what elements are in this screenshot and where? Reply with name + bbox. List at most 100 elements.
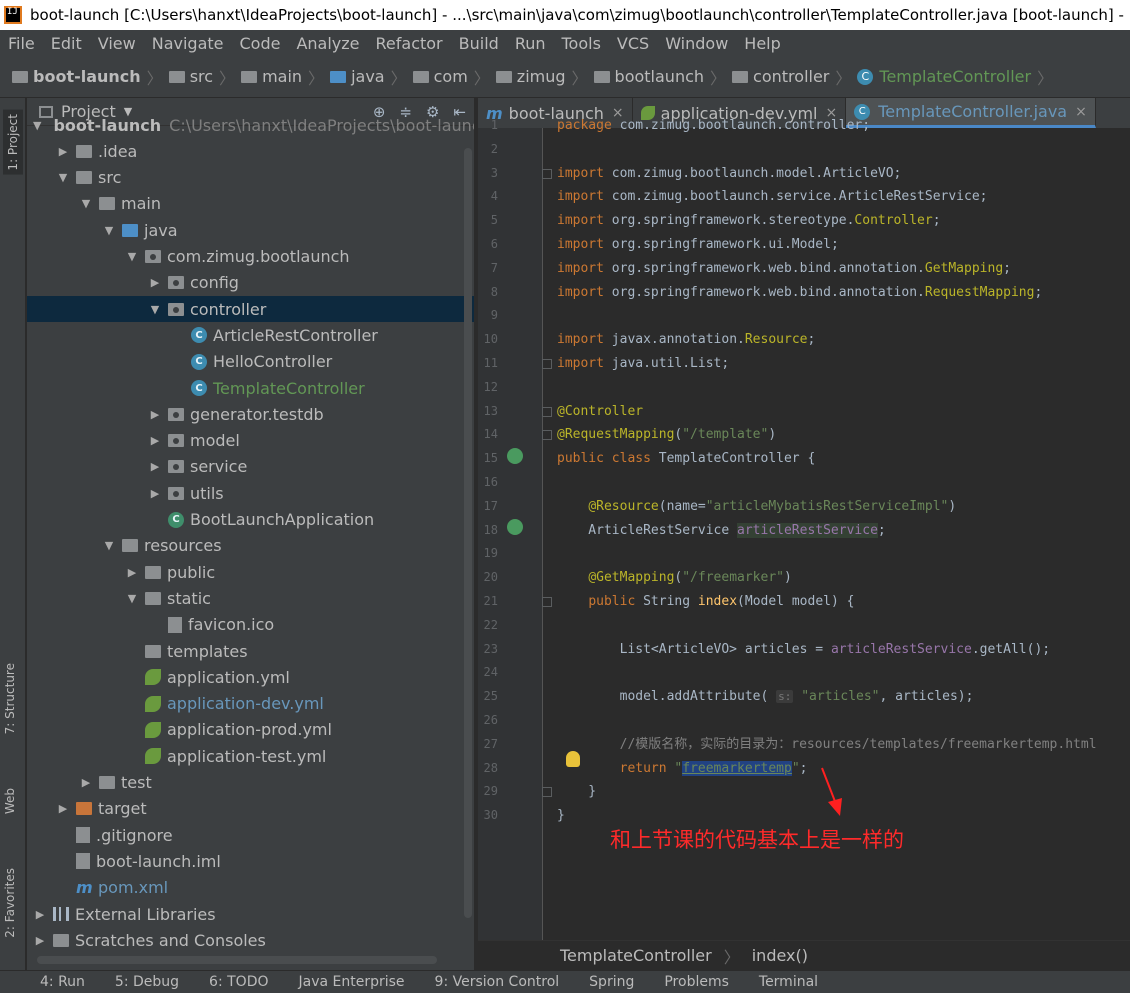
- tree-item[interactable]: ▶ generator.testdb: [27, 401, 474, 427]
- code-line[interactable]: @GetMapping("/freemarker"): [557, 566, 792, 590]
- tree-item[interactable]: application-prod.yml: [27, 717, 474, 743]
- tool-window-button[interactable]: 6: TODO: [209, 974, 268, 990]
- code-line[interactable]: }: [557, 780, 596, 804]
- code-line[interactable]: public String index(Model model) {: [557, 590, 854, 614]
- menu-build[interactable]: Build: [451, 34, 507, 53]
- tree-item[interactable]: boot-launch.iml: [27, 848, 474, 874]
- code-line[interactable]: public class TemplateController {: [557, 447, 815, 471]
- fold-icon[interactable]: [542, 359, 552, 369]
- menu-help[interactable]: Help: [736, 34, 788, 53]
- tree-item[interactable]: favicon.ico: [27, 612, 474, 638]
- collapsed-arrow-icon[interactable]: ▶: [148, 434, 162, 447]
- sidebar-tab-0[interactable]: 1: Project: [3, 110, 23, 175]
- breadcrumb-item[interactable]: bootlaunch 〉: [593, 65, 733, 89]
- menu-navigate[interactable]: Navigate: [144, 34, 232, 53]
- tree-item[interactable]: application-dev.yml: [27, 691, 474, 717]
- code-line[interactable]: import org.springframework.ui.Model;: [557, 233, 839, 257]
- breadcrumb-item[interactable]: java 〉: [330, 65, 413, 89]
- code-line[interactable]: package com.zimug.bootlaunch.controller;: [557, 114, 870, 138]
- editor-breadcrumb-item[interactable]: TemplateController: [560, 946, 712, 965]
- expanded-arrow-icon[interactable]: ▼: [102, 539, 116, 552]
- code-line[interactable]: @Resource(name="articleMybatisRestServic…: [557, 495, 956, 519]
- expanded-arrow-icon[interactable]: ▼: [56, 171, 70, 184]
- tree-item[interactable]: application-test.yml: [27, 743, 474, 769]
- code-line[interactable]: ArticleRestService articleRestService;: [557, 519, 886, 543]
- editor-tab[interactable]: C TemplateController.java ×: [846, 98, 1096, 128]
- code-line[interactable]: @Controller: [557, 400, 643, 424]
- menu-code[interactable]: Code: [232, 34, 289, 53]
- tool-window-button[interactable]: Spring: [589, 974, 634, 990]
- tree-item[interactable]: ▶ service: [27, 454, 474, 480]
- tool-window-button[interactable]: Terminal: [759, 974, 818, 990]
- tool-window-button[interactable]: 5: Debug: [115, 974, 179, 990]
- tree-item[interactable]: C HelloController: [27, 349, 474, 375]
- tree-item[interactable]: C ArticleRestController: [27, 322, 474, 348]
- tree-item[interactable]: C BootLaunchApplication: [27, 507, 474, 533]
- breadcrumb-item[interactable]: com 〉: [412, 65, 496, 89]
- collapsed-arrow-icon[interactable]: ▶: [79, 776, 93, 789]
- code-line[interactable]: import org.springframework.web.bind.anno…: [557, 281, 1042, 305]
- fold-icon[interactable]: [542, 168, 552, 179]
- fold-icon[interactable]: [542, 406, 552, 417]
- tree-item[interactable]: ▼ static: [27, 585, 474, 611]
- fold-icon[interactable]: [542, 597, 552, 607]
- tool-window-button[interactable]: Problems: [664, 974, 729, 990]
- menu-refactor[interactable]: Refactor: [368, 34, 451, 53]
- code-line[interactable]: List<ArticleVO> articles = articleRestSe…: [557, 638, 1051, 662]
- breadcrumb-item[interactable]: controller 〉: [732, 65, 857, 89]
- sidebar-tab-2[interactable]: Web: [3, 788, 17, 814]
- menu-analyze[interactable]: Analyze: [288, 34, 367, 53]
- code-line[interactable]: import com.zimug.bootlaunch.model.Articl…: [557, 162, 901, 186]
- menu-edit[interactable]: Edit: [43, 34, 90, 53]
- tree-item[interactable]: ▶ Scratches and Consoles: [27, 927, 474, 953]
- collapsed-arrow-icon[interactable]: ▶: [148, 460, 162, 473]
- horizontal-scrollbar[interactable]: [37, 956, 437, 964]
- menu-window[interactable]: Window: [657, 34, 736, 53]
- tree-item[interactable]: ▶ External Libraries: [27, 901, 474, 927]
- tree-item[interactable]: ▼ java: [27, 217, 474, 243]
- sidebar-tab-3[interactable]: 2: Favorites: [3, 868, 17, 938]
- tree-item[interactable]: ▶ utils: [27, 480, 474, 506]
- code-line[interactable]: @RequestMapping("/template"): [557, 423, 776, 447]
- fold-icon[interactable]: [542, 787, 552, 798]
- collapsed-arrow-icon[interactable]: ▶: [56, 145, 70, 158]
- collapsed-arrow-icon[interactable]: ▶: [33, 908, 47, 921]
- autowired-gutter-icon[interactable]: [507, 519, 523, 535]
- code-line[interactable]: import com.zimug.bootlaunch.service.Arti…: [557, 185, 987, 209]
- tool-window-button[interactable]: 4: Run: [40, 974, 85, 990]
- tree-item[interactable]: ▶ model: [27, 428, 474, 454]
- code-line[interactable]: import java.util.List;: [557, 352, 729, 376]
- breadcrumb-item[interactable]: src 〉: [168, 65, 241, 89]
- menu-view[interactable]: View: [90, 34, 144, 53]
- tree-item[interactable]: ▶ .idea: [27, 138, 474, 164]
- tree-item[interactable]: m pom.xml: [27, 875, 474, 901]
- tree-item[interactable]: C TemplateController: [27, 375, 474, 401]
- code-line[interactable]: //模版名称，实际的目录为：resources/templates/freema…: [557, 733, 1097, 757]
- collapsed-arrow-icon[interactable]: ▶: [148, 487, 162, 500]
- expanded-arrow-icon[interactable]: ▼: [125, 250, 139, 263]
- tree-item[interactable]: ▼ com.zimug.bootlaunch: [27, 244, 474, 270]
- menu-file[interactable]: File: [0, 34, 43, 53]
- collapsed-arrow-icon[interactable]: ▶: [56, 802, 70, 815]
- breadcrumb-item[interactable]: zimug 〉: [495, 65, 594, 89]
- tree-item[interactable]: ▶ test: [27, 770, 474, 796]
- tree-item[interactable]: ▼ boot-launch C:\Users\hanxt\IdeaProjects\…: [27, 112, 474, 138]
- code-line[interactable]: import javax.annotation.Resource;: [557, 328, 815, 352]
- tree-item[interactable]: ▼ resources: [27, 533, 474, 559]
- tree-item[interactable]: .gitignore: [27, 822, 474, 848]
- tool-window-button[interactable]: 9: Version Control: [435, 974, 560, 990]
- tool-window-button[interactable]: Java Enterprise: [299, 974, 405, 990]
- expanded-arrow-icon[interactable]: ▼: [148, 303, 162, 316]
- tree-item[interactable]: ▼ main: [27, 191, 474, 217]
- vertical-scrollbar[interactable]: [464, 148, 472, 918]
- editor-breadcrumb-item[interactable]: index(): [752, 946, 808, 965]
- spring-bean-gutter-icon[interactable]: [507, 448, 523, 464]
- code-line[interactable]: return "freemarkertemp";: [557, 757, 807, 781]
- close-icon[interactable]: ×: [1075, 104, 1087, 120]
- code-line[interactable]: import org.springframework.stereotype.Co…: [557, 209, 941, 233]
- menu-tools[interactable]: Tools: [554, 34, 609, 53]
- sidebar-tab-1[interactable]: 7: Structure: [3, 663, 17, 734]
- expanded-arrow-icon[interactable]: ▼: [125, 592, 139, 605]
- breadcrumb-item[interactable]: C TemplateController 〉: [857, 65, 1059, 89]
- menu-vcs[interactable]: VCS: [609, 34, 657, 53]
